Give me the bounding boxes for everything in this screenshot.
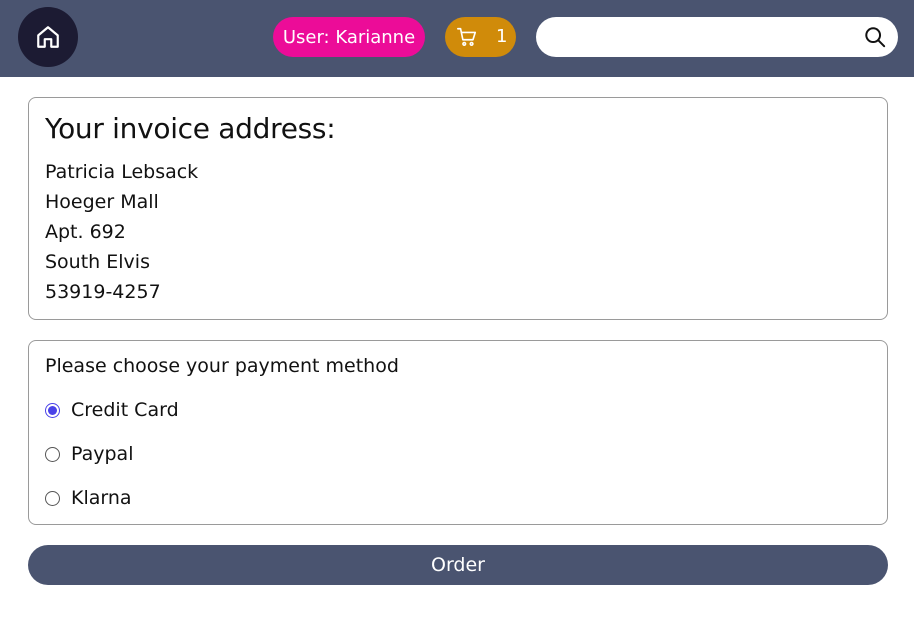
payment-title: Please choose your payment method [45,355,399,377]
cart-button[interactable]: 1 [445,17,516,57]
order-button[interactable]: Order [28,545,888,585]
paypal-radio[interactable] [45,446,60,462]
cart-count: 1 [496,26,508,47]
paypal-label: Paypal [71,443,134,465]
invoice-title: Your invoice address: [45,112,336,145]
payment-option-credit-card[interactable]: Credit Card [45,398,179,422]
klarna-radio[interactable] [45,490,60,506]
home-icon [37,26,59,48]
order-label: Order [431,554,485,576]
payment-option-klarna[interactable]: Klarna [45,486,132,510]
invoice-address-card: Your invoice address: Patricia Lebsack H… [28,97,888,320]
payment-method-card: Please choose your payment method Credit… [28,340,888,525]
address-street: Hoeger Mall [45,191,159,213]
search-icon[interactable] [864,26,886,48]
address-name: Patricia Lebsack [45,161,199,183]
address-city: South Elvis [45,251,150,273]
credit-card-radio[interactable] [45,402,60,418]
address-apartment: Apt. 692 [45,221,126,243]
credit-card-label: Credit Card [71,399,179,421]
top-bar: User: Karianne 1 [0,0,914,77]
home-button[interactable] [18,7,78,67]
payment-option-paypal[interactable]: Paypal [45,442,133,466]
search-input[interactable] [550,23,850,51]
address-zip: 53919-4257 [45,281,161,303]
user-label: User: Karianne [282,26,416,48]
user-badge[interactable]: User: Karianne [273,17,425,57]
search-box [536,17,898,57]
klarna-label: Klarna [71,487,132,509]
cart-icon [457,27,477,46]
